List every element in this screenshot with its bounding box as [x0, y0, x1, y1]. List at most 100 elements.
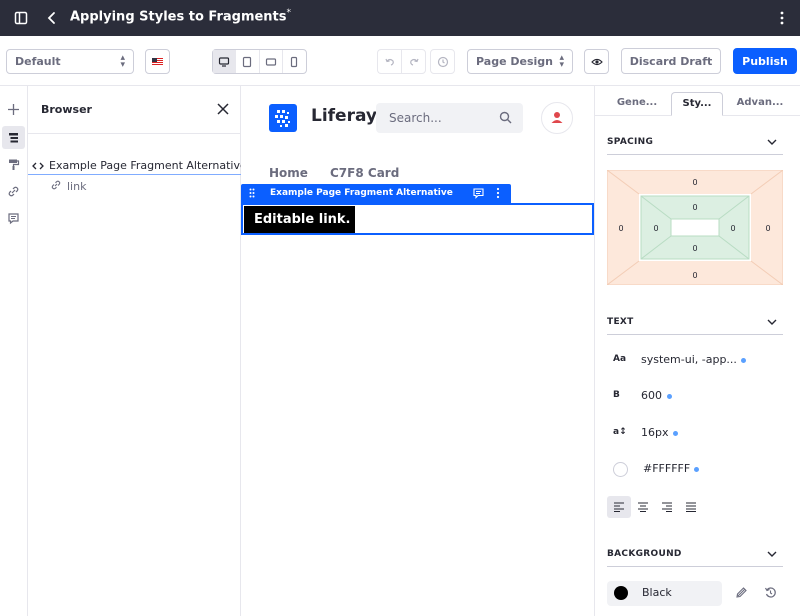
align-center-icon	[638, 502, 648, 512]
margin-top-value[interactable]: 0	[688, 178, 702, 187]
font-size-icon: a↕	[613, 427, 627, 437]
background-section-header[interactable]: BACKGROUND	[607, 545, 783, 567]
font-weight-icon: B	[613, 390, 620, 400]
font-weight-field[interactable]: B 600	[607, 386, 783, 408]
language-selector[interactable]	[145, 49, 170, 74]
tab-general[interactable]: Gene...	[611, 92, 663, 116]
padding-left-value[interactable]: 0	[649, 224, 663, 233]
publish-button[interactable]: Publish	[733, 48, 797, 74]
tree-item-fragment[interactable]: Example Page Fragment Alternative	[28, 157, 247, 175]
padding-top-value[interactable]: 0	[688, 203, 702, 212]
add-fragment-button[interactable]	[2, 98, 25, 121]
align-center-button[interactable]	[631, 496, 655, 518]
link-icon	[50, 179, 62, 191]
text-section-title: TEXT	[607, 317, 634, 327]
tab-styles[interactable]: Sty...	[671, 92, 723, 116]
redo-icon	[409, 58, 419, 66]
align-left-button[interactable]	[607, 496, 631, 518]
draft-marker: *	[286, 8, 292, 18]
inherited-value-dot	[741, 358, 746, 363]
page-design-options-button[interactable]	[2, 153, 25, 176]
nav-link-home[interactable]: Home	[269, 166, 308, 180]
inherited-value-dot	[694, 467, 699, 472]
back-icon[interactable]	[43, 9, 61, 27]
browser-button[interactable]	[2, 126, 25, 149]
align-justify-icon	[686, 502, 696, 512]
inherited-value-dot	[673, 431, 678, 436]
spacing-section-title: SPACING	[607, 137, 654, 147]
site-search-input[interactable]: Search...	[376, 103, 523, 133]
font-family-field[interactable]: Aa system-ui, -app...	[607, 350, 783, 372]
landscape-phone-view-button[interactable]	[260, 50, 283, 73]
align-right-button[interactable]	[655, 496, 679, 518]
reset-icon[interactable]	[764, 586, 777, 599]
page-design-select[interactable]: Page Design ▴ ▾	[467, 49, 573, 74]
text-color-field[interactable]: #FFFFFF	[607, 459, 783, 481]
preview-button[interactable]	[584, 49, 609, 74]
top-bar: Applying Styles to Fragments*	[0, 0, 800, 36]
background-color-value: Black	[642, 586, 672, 599]
tab-advanced[interactable]: Advan...	[729, 92, 791, 116]
plus-icon	[8, 104, 19, 115]
text-align-group	[607, 496, 707, 518]
browser-title: Browser	[41, 103, 92, 116]
tablet-view-button[interactable]	[236, 50, 260, 73]
undo-icon	[385, 58, 394, 66]
landscape-phone-icon	[265, 57, 276, 66]
chevron-down-icon	[767, 139, 777, 146]
chevron-down-icon	[767, 319, 777, 326]
page-design-select-value: Page Design	[476, 55, 553, 68]
discard-draft-button[interactable]: Discard Draft	[621, 48, 721, 74]
margin-right-value[interactable]: 0	[761, 224, 775, 233]
us-flag-icon	[152, 58, 163, 65]
options-kebab-icon[interactable]	[773, 9, 791, 27]
search-icon[interactable]	[499, 111, 512, 124]
user-icon	[551, 112, 563, 123]
spacing-section-header[interactable]: SPACING	[607, 133, 783, 155]
background-color-swatch	[614, 586, 628, 600]
tablet-icon	[243, 56, 252, 67]
margin-left-value[interactable]: 0	[614, 224, 628, 233]
background-color-select[interactable]: Black	[607, 581, 722, 606]
unlink-token-icon[interactable]	[735, 586, 748, 599]
liferay-logo-icon	[269, 104, 297, 132]
comment-icon[interactable]	[473, 188, 484, 199]
mappings-button[interactable]	[2, 180, 25, 203]
experience-select[interactable]: Default ▴ ▾	[6, 49, 134, 74]
editable-link[interactable]: Editable link.	[244, 206, 355, 233]
desktop-view-button[interactable]	[213, 50, 237, 73]
close-icon[interactable]	[217, 103, 229, 115]
align-left-icon	[614, 502, 624, 512]
undo-button[interactable]	[377, 49, 402, 74]
code-icon	[32, 161, 44, 171]
history-icon	[437, 56, 448, 67]
fragment-options-kebab-icon[interactable]	[495, 187, 501, 199]
text-section-header[interactable]: TEXT	[607, 313, 783, 335]
history-button[interactable]	[430, 49, 455, 74]
drag-handle-icon[interactable]	[249, 188, 255, 198]
font-size-field[interactable]: a↕ 16px	[607, 423, 783, 445]
font-family-value: system-ui, -app...	[641, 353, 737, 366]
align-justify-button[interactable]	[679, 496, 703, 518]
site-name: Liferay	[311, 106, 377, 126]
portrait-phone-icon	[291, 56, 298, 67]
tree-item-link-label: link	[67, 180, 87, 193]
text-color-swatch[interactable]	[613, 462, 628, 477]
tree-item-link[interactable]: link	[50, 179, 86, 193]
comments-button[interactable]	[2, 207, 25, 230]
browser-tree-icon	[9, 133, 18, 143]
inherited-value-dot	[667, 394, 672, 399]
padding-bottom-value[interactable]: 0	[688, 244, 702, 253]
margin-bottom-value[interactable]: 0	[688, 271, 702, 280]
nav-link-card[interactable]: C7F8 Card	[330, 166, 399, 180]
background-section-title: BACKGROUND	[607, 549, 682, 559]
fragment-selected-outline[interactable]: Editable link.	[241, 203, 594, 235]
fragment-topper-label: Example Page Fragment Alternative	[270, 188, 453, 198]
toggle-sidebar-icon[interactable]	[12, 9, 30, 27]
padding-right-value[interactable]: 0	[726, 224, 740, 233]
user-avatar[interactable]	[541, 102, 573, 134]
portrait-phone-view-button[interactable]	[283, 50, 306, 73]
select-caret-icon: ▴ ▾	[120, 53, 125, 70]
redo-button[interactable]	[401, 49, 426, 74]
fragment-topper[interactable]: Example Page Fragment Alternative	[241, 184, 511, 203]
